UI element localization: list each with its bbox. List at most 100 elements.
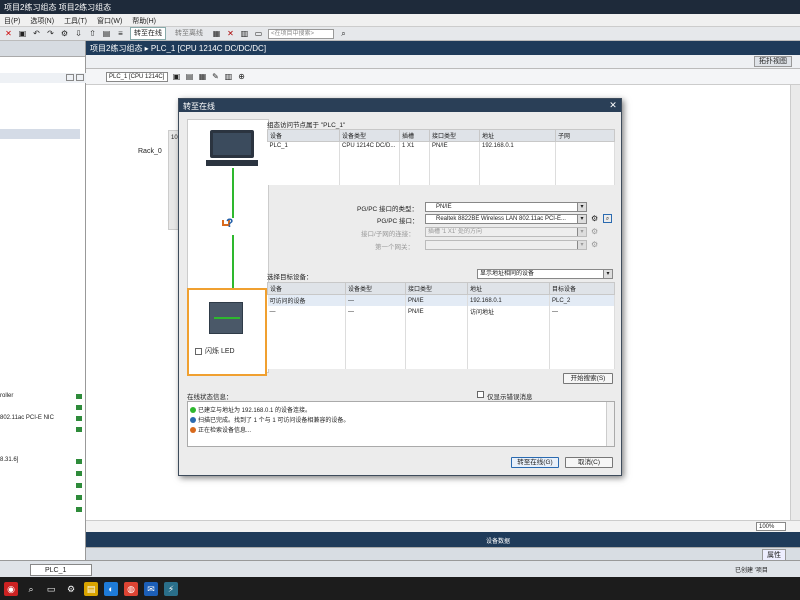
menu-item-options[interactable]: 选项(N)	[30, 16, 54, 25]
pgpc-type-label: PG/PC 接口的类型：	[357, 206, 419, 213]
errors-only-checkbox[interactable]	[477, 391, 484, 398]
redo-icon[interactable]: ↷	[46, 29, 55, 38]
subnet-connection-select[interactable]: 插槽 '1 X1' 处的方向 ▾	[425, 227, 587, 237]
flash-led-checkbox[interactable]	[195, 348, 202, 355]
interface-properties-icon[interactable]: ⚙	[591, 214, 598, 223]
pgpc-interface-select[interactable]: Realtek 8822BE Wireless LAN 802.11ac PCI…	[425, 214, 587, 224]
interface-diagnostics-icon[interactable]: ⌕	[603, 214, 612, 223]
settings-icon[interactable]: ≡	[116, 29, 125, 38]
main-toolbar: ✕ ▣ ↶ ↷ ⚙ ⇩ ⇧ ▤ ≡ 转至在线 转至离线 ▦ ✕ ▥ ▭ <在项目…	[0, 27, 800, 41]
configured-node-title: 组态访问节点属于 "PLC_1"	[267, 122, 346, 129]
cancel-button[interactable]: 取消(C)	[565, 457, 613, 468]
split-icon[interactable]: ▥	[240, 29, 249, 38]
device-data-label[interactable]: 设备数据	[486, 536, 510, 545]
close-x-icon[interactable]: ✕	[4, 29, 13, 38]
tree-item[interactable]: 802.11ac PCI-E NIC	[0, 415, 54, 421]
explorer-icon[interactable]: ▤	[84, 581, 98, 596]
menu-item-help[interactable]: 帮助(H)	[132, 16, 156, 25]
start-search-button[interactable]: 开始搜索(S)	[563, 373, 613, 384]
vertical-scrollbar[interactable]	[790, 85, 800, 520]
portal-bar: PLC_1 已创建 '项目	[0, 560, 800, 577]
mail-icon[interactable]: ✉	[144, 581, 158, 596]
success-icon	[190, 407, 196, 414]
target-plc-box[interactable]: 闪烁 LED	[187, 288, 267, 376]
zoom-level-select[interactable]: 100%	[756, 522, 786, 531]
target-filter-select[interactable]: 显示地址相同的设备 ▾	[477, 269, 613, 279]
column-header: 接口类型	[405, 282, 468, 295]
download-icon[interactable]: ⇩	[74, 29, 83, 38]
task-view-icon[interactable]: ▭	[44, 582, 58, 596]
tia-portal-icon[interactable]: ⚡	[164, 581, 178, 596]
save-icon[interactable]: ▣	[18, 29, 27, 38]
go-online-button[interactable]: 转至在线(G)	[511, 457, 559, 468]
gateway-select[interactable]: ▾	[425, 240, 587, 250]
status-message: 已创建 '项目	[735, 568, 768, 574]
plc-tab[interactable]: PLC_1	[30, 564, 92, 576]
tree-selected-row[interactable]	[0, 129, 80, 139]
project-tree-header	[0, 41, 85, 57]
go-offline-button[interactable]: 转至离线	[171, 27, 207, 40]
info-icon	[190, 417, 196, 424]
table-row[interactable]: — — PN/IE 访问地址 —	[267, 306, 615, 317]
grid-icon[interactable]: ▥	[224, 72, 233, 81]
connection-line	[232, 235, 234, 289]
simulation-icon[interactable]: ▤	[102, 29, 111, 38]
pc-icon	[210, 130, 254, 158]
window-icon[interactable]: ▭	[254, 29, 263, 38]
undo-icon[interactable]: ↶	[32, 29, 41, 38]
accessible-devices-icon[interactable]: ▦	[212, 29, 221, 38]
tree-item[interactable]: 8.31.6]	[0, 457, 18, 463]
chevron-down-icon: ▾	[577, 203, 586, 211]
os-taskbar: ◉ ⌕ ▭ ⚙ ▤ ◐ ◍ ✉ ⚡	[0, 577, 800, 600]
menu-item-tools[interactable]: 工具(T)	[64, 16, 87, 25]
progress-icon	[190, 427, 196, 434]
table-row[interactable]: PLC_1 CPU 1214C DC/D... 1 X1 PN/IE 192.1…	[267, 141, 615, 151]
menu-item-project[interactable]: 目(P)	[4, 16, 20, 25]
close-icon[interactable]: ✕	[608, 100, 618, 110]
menu-item-window[interactable]: 窗口(W)	[97, 16, 122, 25]
search-icon[interactable]: ⌕	[24, 582, 38, 596]
pgpc-type-select[interactable]: PN/IE ▾	[425, 202, 587, 212]
status-ok-icon	[76, 471, 82, 476]
table-icon[interactable]: ▦	[198, 72, 207, 81]
search-icon[interactable]: ⌕	[339, 29, 348, 38]
stop-icon[interactable]: ✕	[226, 29, 235, 38]
go-online-button[interactable]: 转至在线	[130, 27, 166, 40]
settings-icon[interactable]: ⚙	[64, 582, 78, 596]
app-icon[interactable]: ◍	[124, 581, 138, 596]
start-icon[interactable]: ◉	[4, 581, 18, 596]
dialog-title-bar: 转至在线 ✕	[179, 99, 621, 112]
pgpc-type-value: PN/IE	[436, 204, 452, 210]
dialog-title: 转至在线	[183, 102, 215, 111]
browser-icon[interactable]: ◐	[104, 581, 118, 596]
compile-icon[interactable]: ⚙	[60, 29, 69, 38]
device-select[interactable]: PLC_1 [CPU 1214C]	[106, 71, 168, 82]
message-text: 正在检索设备信息...	[198, 428, 252, 434]
grid-view-icon[interactable]	[66, 74, 74, 81]
list-view-icon[interactable]	[76, 74, 84, 81]
upload-icon[interactable]: ⇧	[88, 29, 97, 38]
project-search-input[interactable]: <在项目中搜索>	[268, 28, 334, 39]
status-ok-icon	[76, 459, 82, 464]
status-ok-icon	[76, 416, 82, 421]
flash-led-label: 闪烁 LED	[205, 348, 235, 355]
chevron-down-icon: ▾	[577, 215, 586, 223]
status-message-list: 已建立与地址为 192.168.0.1 的设备连接。 扫描已完成。找到了 1 个…	[187, 401, 615, 447]
edit-icon[interactable]: ✎	[211, 72, 220, 81]
table-row[interactable]: 可访问的设备 — PN/IE 192.168.0.1 PLC_2	[267, 294, 615, 306]
network-icon[interactable]: ▤	[185, 72, 194, 81]
tree-item[interactable]: roller	[0, 393, 13, 399]
subnet-properties-icon[interactable]: ⚙	[591, 227, 598, 236]
status-ok-icon	[76, 507, 82, 512]
zoom-icon[interactable]: ⊕	[237, 72, 246, 81]
menu-bar: 目(P) 选项(N) 工具(T) 窗口(W) 帮助(H)	[0, 14, 800, 27]
rack-label: Rack_0	[138, 148, 162, 155]
pgpc-interface-label: PG/PC 接口：	[377, 218, 419, 225]
message-scrollbar[interactable]	[606, 402, 614, 446]
device-icon[interactable]: ▣	[172, 72, 181, 81]
table-cell: —	[267, 306, 346, 317]
column-header: 设备	[267, 282, 346, 295]
gateway-properties-icon[interactable]: ⚙	[591, 240, 598, 249]
properties-bar: 属性	[86, 547, 800, 561]
topology-view-tab[interactable]: 拓扑视图	[754, 56, 792, 67]
